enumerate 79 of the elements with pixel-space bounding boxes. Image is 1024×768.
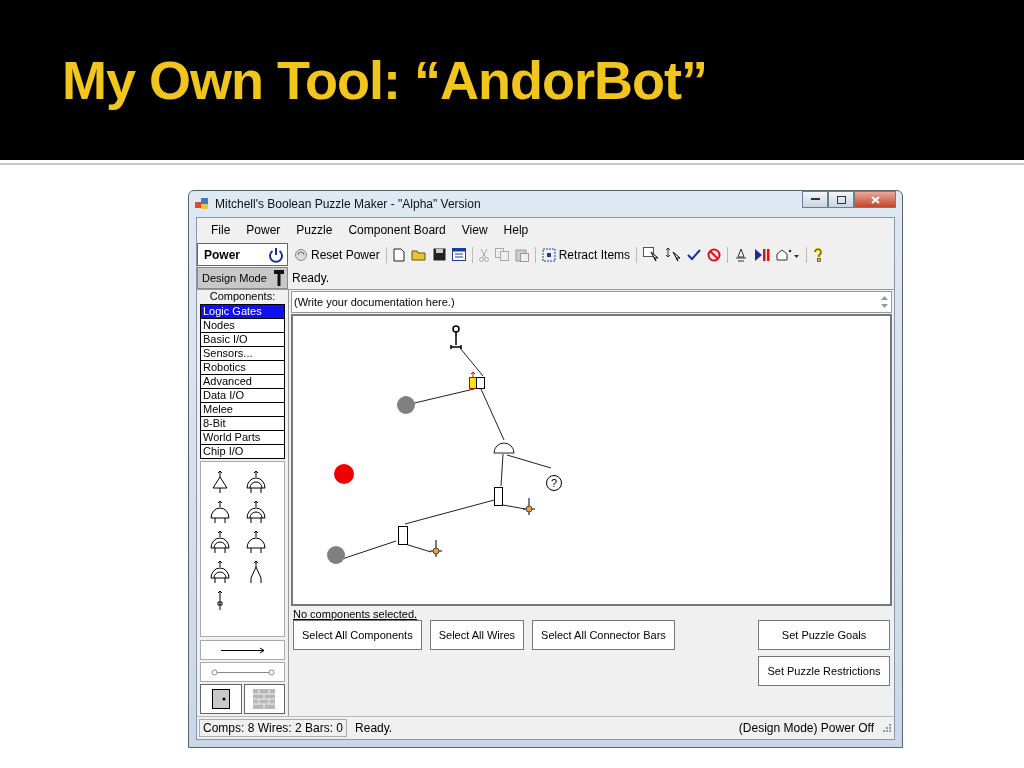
- save-icon[interactable]: [432, 248, 446, 261]
- resize-grip-icon[interactable]: [882, 723, 892, 733]
- select-button[interactable]: Select All Connector Bars: [532, 620, 675, 650]
- new-file-icon[interactable]: [392, 247, 405, 262]
- wall-tile-button[interactable]: [243, 684, 285, 714]
- wire-tool-button[interactable]: [200, 640, 285, 660]
- bell-icon[interactable]: [734, 247, 749, 262]
- logic-gate-icon[interactable]: [245, 530, 267, 554]
- wire: [480, 388, 505, 441]
- select-components-icon[interactable]: [643, 247, 660, 262]
- wire: [502, 504, 526, 510]
- logic-gate: [493, 442, 515, 454]
- input-node: [327, 546, 345, 564]
- flag-dropdown-icon[interactable]: [776, 247, 801, 262]
- help-icon[interactable]: [813, 247, 824, 262]
- close-icon: [870, 195, 880, 204]
- logic-gate-icon[interactable]: [209, 470, 231, 494]
- query-node: [546, 475, 562, 491]
- slide-title: My Own Tool: “AndorBot”: [62, 49, 707, 111]
- power-label: Power: [204, 247, 240, 262]
- checkmark-icon[interactable]: [687, 248, 702, 261]
- latch: [469, 371, 485, 389]
- wire: [459, 347, 484, 377]
- door-tile-button[interactable]: [200, 684, 242, 714]
- window-title: Mitchell's Boolean Puzzle Maker - "Alpha" Version: [215, 197, 481, 211]
- minimize-icon: [810, 198, 820, 201]
- power-icon[interactable]: [268, 246, 284, 263]
- select-wires-icon[interactable]: [665, 247, 682, 262]
- components-label: Components:: [208, 290, 277, 304]
- play-pause-icon[interactable]: [754, 247, 771, 262]
- menu-item[interactable]: File: [211, 223, 231, 237]
- retract-icon: [541, 247, 556, 262]
- category-item[interactable]: Chip I/O: [200, 444, 285, 459]
- puzzle-button[interactable]: Set Puzzle Restrictions: [758, 656, 890, 686]
- logic-gate-icon[interactable]: [209, 500, 231, 524]
- connector-node: [522, 497, 536, 516]
- lamp: [334, 464, 354, 484]
- connector-node: [429, 539, 443, 558]
- logic-gate-icon[interactable]: [245, 500, 267, 524]
- counts-text: Comps: 8 Wires: 2 Bars: 0: [199, 719, 348, 737]
- mode-text: (Design Mode) Power Off: [738, 721, 874, 735]
- retract-items-button[interactable]: Retract Items: [541, 247, 631, 262]
- app-icon: [195, 198, 209, 210]
- wire: [506, 454, 552, 469]
- arrow-icon: [219, 646, 266, 654]
- logic-gate-icon[interactable]: [245, 470, 267, 494]
- menu-item[interactable]: Help: [503, 223, 529, 237]
- reset-power-button[interactable]: Reset Power: [294, 247, 380, 262]
- design-mode-button[interactable]: Design Mode: [197, 267, 288, 289]
- logic-gate-icon[interactable]: [209, 560, 231, 584]
- menu-item[interactable]: Component Board: [348, 223, 446, 237]
- probe-pin: [450, 325, 462, 350]
- query-label: ?: [550, 477, 558, 489]
- folder-icon[interactable]: [410, 248, 427, 261]
- prohibited-icon[interactable]: [707, 247, 722, 262]
- maximize-button[interactable]: [828, 191, 854, 208]
- hammer-icon: [274, 270, 284, 286]
- status-message: Ready.: [355, 721, 393, 735]
- menu-item[interactable]: Power: [246, 223, 281, 237]
- puzzle-button[interactable]: Set Puzzle Goals: [758, 620, 890, 650]
- select-button[interactable]: Select All Wires: [429, 620, 525, 650]
- transistor: [494, 487, 503, 506]
- brick-wall-icon: [253, 689, 276, 709]
- input-node: [397, 396, 415, 414]
- transistor: [398, 526, 408, 545]
- close-button[interactable]: [854, 191, 896, 208]
- reset-icon: [294, 247, 308, 262]
- connector-bar-icon: [210, 668, 275, 676]
- minimize-button[interactable]: [802, 191, 828, 208]
- maximize-icon: [836, 195, 846, 204]
- window-icon[interactable]: [451, 248, 466, 261]
- wire: [500, 453, 504, 487]
- logic-gate-icon[interactable]: [209, 530, 231, 554]
- selection-info-link[interactable]: No components selected.: [293, 608, 418, 620]
- select-button[interactable]: Select All Components: [293, 620, 422, 650]
- menu-item[interactable]: View: [461, 223, 488, 237]
- status-text: Ready.: [292, 271, 330, 285]
- door-icon: [211, 689, 230, 709]
- menu-item[interactable]: Puzzle: [296, 223, 333, 237]
